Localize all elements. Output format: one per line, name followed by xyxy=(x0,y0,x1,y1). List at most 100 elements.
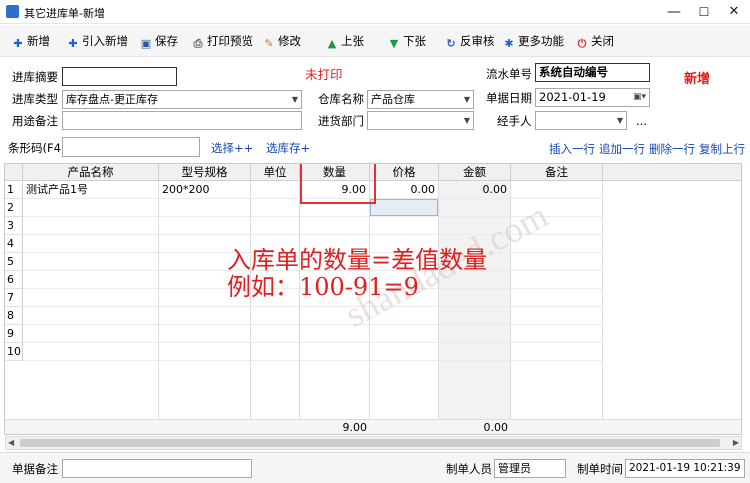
scroll-left-icon[interactable]: ◀ xyxy=(8,437,14,449)
barcode-input[interactable] xyxy=(62,137,200,157)
scroll-thumb[interactable] xyxy=(20,439,720,447)
cell-price[interactable] xyxy=(370,217,439,235)
row-number[interactable]: 9 xyxy=(5,325,23,343)
cell-amount[interactable]: 0.00 xyxy=(439,181,511,199)
cell-unit[interactable] xyxy=(251,199,300,217)
insert-row-link[interactable]: 插入一行 xyxy=(549,140,595,158)
toolbar-button-7[interactable]: ↻ 反审核 xyxy=(445,33,494,51)
col-header-price[interactable]: 价格 xyxy=(370,164,439,181)
row-number[interactable]: 4 xyxy=(5,235,23,253)
col-header-name[interactable]: 产品名称 xyxy=(23,164,159,181)
cell-qty[interactable] xyxy=(300,343,370,361)
cell-spec[interactable] xyxy=(159,343,251,361)
cell-amount[interactable] xyxy=(439,307,511,325)
row-number[interactable]: 5 xyxy=(5,253,23,271)
cell-spec[interactable] xyxy=(159,325,251,343)
summary-input[interactable] xyxy=(62,67,177,86)
row-number[interactable]: 1 xyxy=(5,181,23,199)
chevron-down-icon: ▼ xyxy=(616,116,623,125)
cell-spec[interactable]: 200*200 xyxy=(159,181,251,199)
cell-price[interactable] xyxy=(370,343,439,361)
cell-note[interactable] xyxy=(511,271,603,289)
cell-qty[interactable] xyxy=(300,217,370,235)
cell-unit[interactable] xyxy=(251,217,300,235)
cell-spec[interactable] xyxy=(159,217,251,235)
maker-field: 管理员 xyxy=(494,459,566,478)
cell-name[interactable] xyxy=(23,271,159,289)
cell-name[interactable] xyxy=(23,325,159,343)
toolbar-button-0[interactable]: ✚ 新增 xyxy=(12,33,50,51)
cell-spec[interactable] xyxy=(159,307,251,325)
select-stock-link[interactable]: 选库存+ xyxy=(266,139,310,157)
note-input[interactable] xyxy=(62,459,252,478)
minimize-button[interactable]: — xyxy=(660,2,688,22)
delete-row-link[interactable]: 删除一行 xyxy=(649,140,695,158)
type-label: 进库类型 xyxy=(12,92,58,106)
toolbar-button-3[interactable]: ⎙ 打印预览 xyxy=(192,33,253,51)
cell-name[interactable] xyxy=(23,235,159,253)
cell-note[interactable] xyxy=(511,289,603,307)
cell-name[interactable] xyxy=(23,289,159,307)
cell-note[interactable] xyxy=(511,325,603,343)
dept-select[interactable]: ▼ xyxy=(367,111,474,130)
toolbar-button-2[interactable]: ▣ 保存 xyxy=(140,33,178,51)
cell-amount[interactable] xyxy=(439,325,511,343)
row-number[interactable]: 3 xyxy=(5,217,23,235)
cell-name[interactable] xyxy=(23,253,159,271)
purpose-input[interactable] xyxy=(62,111,302,130)
cell-unit[interactable] xyxy=(251,181,300,199)
col-header-note[interactable]: 备注 xyxy=(511,164,603,181)
toolbar-button-6[interactable]: ▼ 下张 xyxy=(388,33,426,51)
type-select[interactable]: 库存盘点-更正库存 ▼ xyxy=(62,90,302,109)
toolbar-button-4[interactable]: ✎ 修改 xyxy=(263,33,301,51)
append-row-link[interactable]: 追加一行 xyxy=(599,140,645,158)
cell-name[interactable] xyxy=(23,217,159,235)
col-header-spec[interactable]: 型号规格 xyxy=(159,164,251,181)
select-plus-link[interactable]: 选择++ xyxy=(211,139,253,157)
handler-select[interactable]: ▼ xyxy=(535,111,627,130)
row-number[interactable]: 6 xyxy=(5,271,23,289)
cell-unit[interactable] xyxy=(251,325,300,343)
warehouse-select[interactable]: 产品仓库 ▼ xyxy=(367,90,474,109)
toolbar-button-9[interactable]: ⏻ 关闭 xyxy=(576,33,614,51)
col-header-unit[interactable]: 单位 xyxy=(251,164,300,181)
col-header-amount[interactable]: 金额 xyxy=(439,164,511,181)
active-cell[interactable] xyxy=(370,199,438,216)
cell-spec[interactable] xyxy=(159,199,251,217)
toolbar-button-label: 打印预览 xyxy=(207,34,253,48)
cell-note[interactable] xyxy=(511,343,603,361)
cell-name[interactable] xyxy=(23,307,159,325)
toolbar-button-label: 引入新增 xyxy=(82,34,128,48)
cell-name[interactable] xyxy=(23,199,159,217)
cell-price[interactable]: 0.00 xyxy=(370,181,439,199)
cell-amount[interactable] xyxy=(439,289,511,307)
cell-name[interactable] xyxy=(23,343,159,361)
calendar-icon[interactable]: ▣▾ xyxy=(633,89,646,106)
cell-amount[interactable] xyxy=(439,343,511,361)
cell-name[interactable]: 测试产品1号 xyxy=(23,181,159,199)
cell-note[interactable] xyxy=(511,253,603,271)
horizontal-scrollbar[interactable]: ◀ ▶ xyxy=(5,436,742,450)
date-picker[interactable]: 2021-01-19 ▣▾ xyxy=(535,88,650,107)
row-number[interactable]: 7 xyxy=(5,289,23,307)
cell-price[interactable] xyxy=(370,325,439,343)
footer-bar: 单据备注 制单人员 管理员 制单时间 2021-01-19 10:21:39 xyxy=(0,452,750,483)
app-icon xyxy=(6,5,19,18)
toolbar-button-8[interactable]: ✱ 更多功能 xyxy=(503,33,564,51)
toolbar-button-5[interactable]: ▲ 上张 xyxy=(326,33,364,51)
cell-unit[interactable] xyxy=(251,307,300,325)
warehouse-select-value: 产品仓库 xyxy=(371,93,415,106)
scroll-right-icon[interactable]: ▶ xyxy=(733,437,739,449)
toolbar-button-1[interactable]: ✚ 引入新增 xyxy=(67,33,128,51)
row-number[interactable]: 2 xyxy=(5,199,23,217)
cell-note[interactable] xyxy=(511,307,603,325)
maximize-button[interactable]: ☐ xyxy=(690,2,718,22)
row-number[interactable]: 10 xyxy=(5,343,23,361)
toolbar-button-label: 下张 xyxy=(403,34,426,48)
close-window-button[interactable]: ✕ xyxy=(720,2,748,22)
cell-note[interactable] xyxy=(511,181,603,199)
cell-unit[interactable] xyxy=(251,343,300,361)
handler-more-button[interactable]: ... xyxy=(636,112,647,130)
row-number[interactable]: 8 xyxy=(5,307,23,325)
copy-row-link[interactable]: 复制上行 xyxy=(699,140,745,158)
